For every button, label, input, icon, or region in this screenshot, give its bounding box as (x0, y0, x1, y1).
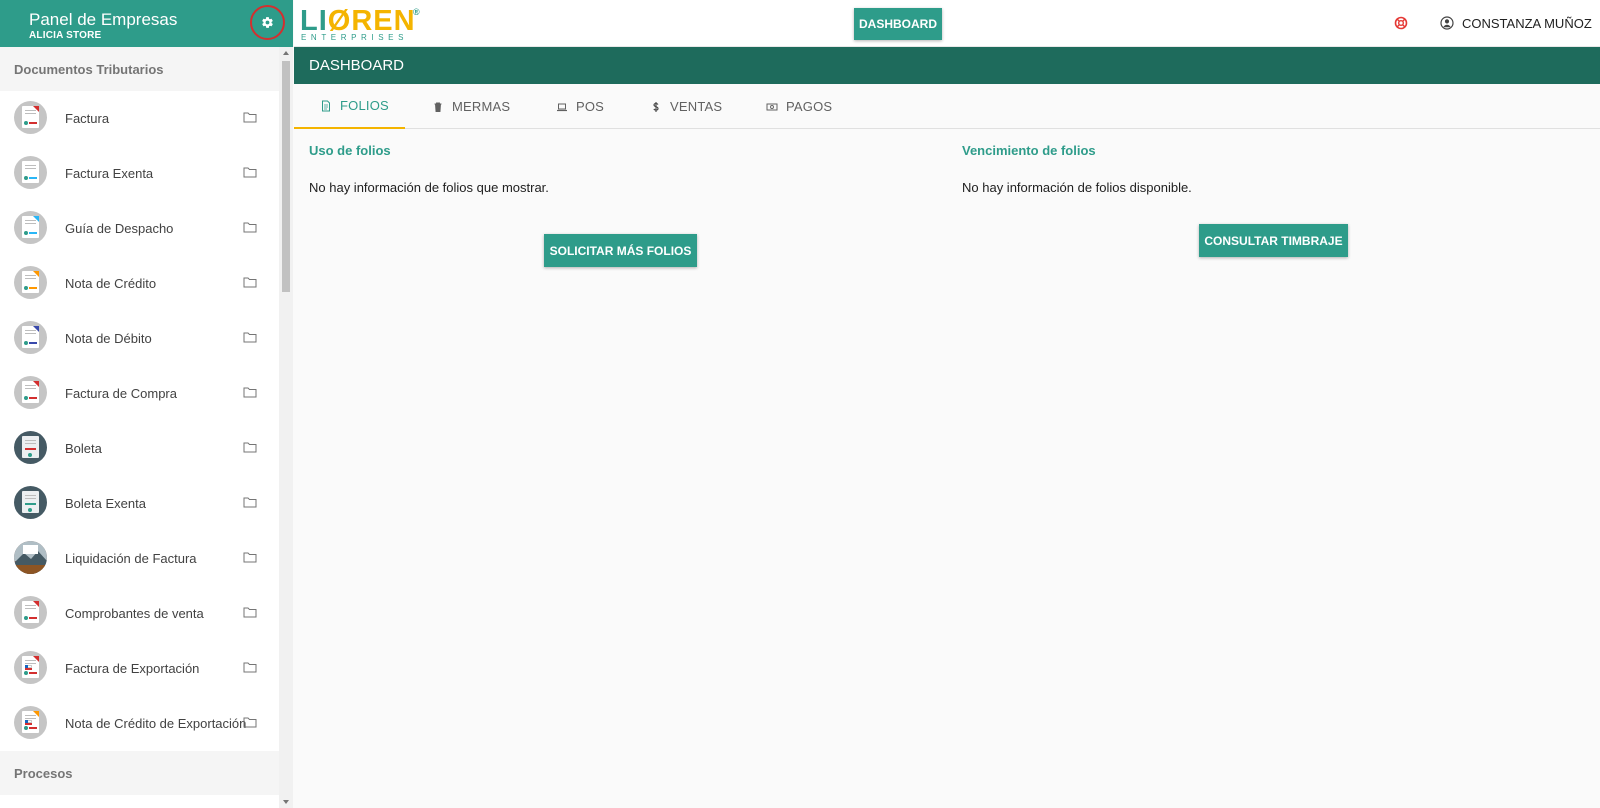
sidebar-item-factura-de-compra[interactable]: Factura de Compra (0, 366, 279, 421)
sidebar-item-label: Nota de Crédito (65, 276, 157, 291)
sales-voucher-icon (14, 596, 47, 629)
export-credit-note-icon (14, 706, 47, 739)
scroll-up-arrow-icon[interactable] (283, 51, 289, 55)
sidebar-item-label: Factura Exenta (65, 166, 154, 181)
settings-button[interactable] (250, 5, 285, 40)
folder-icon[interactable] (243, 441, 257, 453)
sidebar-item-label: Boleta Exenta (65, 496, 146, 511)
sidebar-item-label: Factura de Exportación (65, 661, 200, 676)
settlement-icon (14, 541, 47, 574)
sidebar-header: Panel de Empresas ALICIA STORE (0, 0, 293, 47)
folder-icon[interactable] (243, 716, 257, 728)
sidebar-item-label: Nota de Crédito de Exportación (65, 716, 247, 731)
sidebar-item-liquidacion-de-factura[interactable]: Liquidación de Factura (0, 531, 279, 586)
scroll-thumb[interactable] (282, 61, 290, 292)
dashboard-button[interactable]: DASHBOARD (854, 8, 942, 40)
section-documentos-tributarios: Documentos Tributarios (0, 47, 279, 91)
expiry-title: Vencimiento de folios (962, 143, 1096, 158)
sidebar-item-factura-exenta[interactable]: Factura Exenta (0, 146, 279, 201)
dashboard-tabs: FOLIOS MERMAS POS VENTAS PAGOS (294, 84, 1600, 129)
tab-folios[interactable]: FOLIOS (294, 84, 405, 129)
debit-note-icon (14, 321, 47, 354)
laptop-icon (557, 103, 567, 111)
sidebar-item-boleta[interactable]: Boleta (0, 421, 279, 476)
folder-icon[interactable] (243, 551, 257, 563)
sidebar-item-label: Liquidación de Factura (65, 551, 197, 566)
dispatch-guide-icon (14, 211, 47, 244)
sidebar-item-label: Nota de Débito (65, 331, 152, 346)
folder-icon[interactable] (243, 111, 257, 123)
tab-ventas[interactable]: VENTAS (650, 84, 722, 129)
tab-pagos[interactable]: PAGOS (766, 84, 832, 129)
request-folios-button[interactable]: SOLICITAR MÁS FOLIOS (544, 234, 697, 267)
tab-pos[interactable]: POS (556, 84, 604, 129)
lifebuoy-help-icon[interactable] (1394, 16, 1408, 30)
usage-text: No hay información de folios que mostrar… (309, 180, 549, 195)
page-title: DASHBOARD (294, 47, 1600, 84)
folder-icon[interactable] (243, 276, 257, 288)
usage-title: Uso de folios (309, 143, 391, 158)
invoice-icon (14, 156, 47, 189)
sidebar-item-label: Guía de Despacho (65, 221, 174, 236)
lioren-logo[interactable]: LIØREN ® ENTERPRISES (300, 6, 420, 42)
sidebar-menu: Documentos Tributarios Factura Factura E… (0, 47, 279, 808)
section-procesos: Procesos (0, 751, 279, 795)
sidebar-item-guia-de-despacho[interactable]: Guía de Despacho (0, 201, 279, 256)
folder-icon[interactable] (243, 386, 257, 398)
folder-icon[interactable] (243, 661, 257, 673)
gear-icon (262, 17, 273, 28)
sidebar-item-nota-de-credito-de-exportacion[interactable]: Nota de Crédito de Exportación (0, 696, 279, 751)
sidebar-title: Panel de Empresas (29, 10, 178, 29)
folder-icon[interactable] (243, 496, 257, 508)
check-stamping-button[interactable]: CONSULTAR TIMBRAJE (1199, 224, 1348, 257)
sidebar-item-nota-de-credito[interactable]: Nota de Crédito (0, 256, 279, 311)
user-account-icon[interactable] (1440, 16, 1454, 30)
receipt-icon (14, 431, 47, 464)
document-icon (322, 100, 330, 111)
export-invoice-icon (14, 651, 47, 684)
receipt-icon (14, 486, 47, 519)
expiry-text: No hay información de folios disponible. (962, 180, 1192, 195)
scroll-down-arrow-icon[interactable] (283, 800, 289, 804)
top-bar: LIØREN ® ENTERPRISES DASHBOARD CONSTANZA… (294, 0, 1600, 47)
purchase-invoice-icon (14, 376, 47, 409)
money-icon (766, 103, 778, 110)
trash-icon (434, 102, 442, 112)
folder-icon[interactable] (243, 166, 257, 178)
sidebar-item-factura[interactable]: Factura (0, 91, 279, 146)
company-name: ALICIA STORE (29, 30, 102, 41)
sidebar-item-boleta-exenta[interactable]: Boleta Exenta (0, 476, 279, 531)
sidebar-item-label: Factura (65, 111, 110, 126)
user-name[interactable]: CONSTANZA MUÑOZ (1462, 16, 1592, 31)
sidebar-item-label: Comprobantes de venta (65, 606, 204, 621)
sidebar-item-factura-de-exportacion[interactable]: Factura de Exportación (0, 641, 279, 696)
tab-mermas[interactable]: MERMAS (432, 84, 510, 129)
folder-icon[interactable] (243, 606, 257, 618)
dollar-icon (653, 101, 659, 112)
invoice-icon (14, 101, 47, 134)
sidebar-item-comprobantes-de-venta[interactable]: Comprobantes de venta (0, 586, 279, 641)
folder-icon[interactable] (243, 221, 257, 233)
folder-icon[interactable] (243, 331, 257, 343)
credit-note-icon (14, 266, 47, 299)
sidebar: Panel de Empresas ALICIA STORE Documento… (0, 0, 293, 808)
sidebar-scrollbar[interactable] (279, 47, 293, 808)
sidebar-item-label: Boleta (65, 441, 102, 456)
sidebar-item-label: Factura de Compra (65, 386, 177, 401)
sidebar-item-nota-de-debito[interactable]: Nota de Débito (0, 311, 279, 366)
